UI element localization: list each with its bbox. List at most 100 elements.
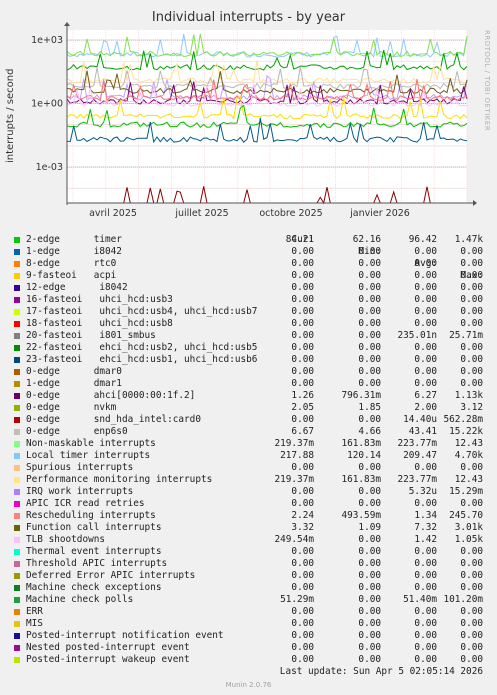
legend-cur-value: 0.00 [291, 366, 314, 377]
legend-cur-value: 0.00 [291, 294, 314, 305]
legend-cur-value: 219.37m [274, 474, 314, 485]
legend-min-value: 0.00 [358, 366, 381, 377]
plot-background [67, 30, 467, 203]
legend-label: Machine check polls [26, 594, 134, 605]
legend-swatch [14, 585, 20, 591]
legend-label: Non-maskable interrupts [26, 438, 156, 449]
legend-cur-value: 51.29m [280, 594, 314, 605]
legend-row: 8-edge rtc0 0.00 0.00 0.00 0.00 [0, 258, 497, 270]
legend-cur-value: 0.00 [291, 642, 314, 653]
legend-label: Deferred Error APIC interrupts [26, 570, 196, 581]
legend-cur-value: 0.00 [291, 462, 314, 473]
x-tick-label: octobre 2025 [259, 208, 322, 219]
legend-label: 23-fasteoi ehci_hcd:usb1, uhci_hcd:usb6 [26, 354, 258, 365]
legend-swatch [14, 345, 20, 351]
legend-min-value: 0.00 [358, 606, 381, 617]
legend-table: Cur: Min: Avg: Max: 2-edge timer 84.21 62.… [0, 222, 497, 666]
legend-cur-value: 0.00 [291, 486, 314, 497]
legend-label: 0-edge nvkm [26, 402, 117, 413]
legend-cur-value: 0.00 [291, 498, 314, 509]
legend-cur-value: 2.24 [291, 510, 314, 521]
legend-row: 0-edge dmar0 0.00 0.00 0.00 0.00 [0, 366, 497, 378]
legend-min-value: 0.00 [358, 258, 381, 269]
legend-min-value: 0.00 [358, 414, 381, 425]
legend-max-value: 3.12 [460, 402, 483, 413]
legend-min-value: 0.00 [358, 270, 381, 281]
legend-cur-value: 0.00 [291, 414, 314, 425]
legend-cur-value: 0.00 [291, 318, 314, 329]
legend-label: 1-edge dmar1 [26, 378, 122, 389]
interrupts-chart: 1e+03 1e+00 1e-03 avril 2025 juillet 2025 oct… [31, 22, 477, 219]
legend-label: Posted-interrupt notification event [26, 630, 224, 641]
legend-swatch [14, 417, 20, 423]
legend-max-value: 101.20m [443, 594, 483, 605]
legend-swatch [14, 273, 20, 279]
legend-swatch [14, 249, 20, 255]
legend-min-value: 0.00 [358, 642, 381, 653]
legend-max-value: 0.00 [460, 270, 483, 281]
legend-row: Nested posted-interrupt event 0.00 0.00 0.0… [0, 642, 497, 654]
legend-min-value: 0.00 [358, 462, 381, 473]
legend-swatch [14, 465, 20, 471]
legend-max-value: 1.13k [454, 390, 483, 401]
legend-label: 20-fasteoi i801_smbus [26, 330, 156, 341]
legend-row: Posted-interrupt wakeup event 0.00 0.00 0.0… [0, 654, 497, 666]
legend-label: TLB shootdowns [26, 534, 106, 545]
legend-min-value: 161.83m [341, 438, 381, 449]
legend-min-value: 0.00 [358, 618, 381, 629]
legend-swatch [14, 477, 20, 483]
legend-max-value: 1.47k [454, 234, 483, 245]
legend-label: MIS [26, 618, 43, 629]
legend-swatch [14, 261, 20, 267]
legend-label: 8-edge rtc0 [26, 258, 117, 269]
legend-max-value: 0.00 [460, 306, 483, 317]
y-axis-arrow [64, 22, 70, 26]
legend-label: Spurious interrupts [26, 462, 134, 473]
legend-cur-value: 0.00 [291, 558, 314, 569]
legend-rows: 2-edge timer 84.21 62.16 96.42 1.47k 1-edge i… [0, 234, 497, 666]
legend-min-value: 0.00 [358, 558, 381, 569]
legend-max-value: 0.00 [460, 378, 483, 389]
legend-min-value: 0.00 [358, 342, 381, 353]
legend-min-value: 0.00 [358, 630, 381, 641]
legend-cur-value: 0.00 [291, 246, 314, 257]
legend-label: Local timer interrupts [26, 450, 151, 461]
legend-label: 12-edge i8042 [26, 282, 128, 293]
legend-cur-value: 2.05 [291, 402, 314, 413]
legend-label: Performance monitoring interrupts [26, 474, 213, 485]
legend-row: Machine check exceptions 0.00 0.00 0.00 0.00 [0, 582, 497, 594]
legend-cur-value: 0.00 [291, 606, 314, 617]
legend-label: 0-edge enp6s0 [26, 426, 128, 437]
legend-row: Machine check polls 51.29m 0.00 51.40m 101.2… [0, 594, 497, 606]
legend-max-value: 0.00 [460, 462, 483, 473]
legend-row: TLB shootdowns 249.54m 0.00 1.42 1.05k [0, 534, 497, 546]
legend-min-value: 0.00 [358, 534, 381, 545]
x-tick-label: janvier 2026 [349, 208, 410, 219]
legend-min-value: 120.14 [347, 450, 381, 461]
legend-swatch [14, 537, 20, 543]
legend-row: 22-fasteoi ehci_hcd:usb2, uhci_hcd:usb5 0… [0, 342, 497, 354]
legend-swatch [14, 561, 20, 567]
legend-max-value: 0.00 [460, 294, 483, 305]
legend-max-value: 0.00 [460, 354, 483, 365]
legend-cur-value: 0.00 [291, 282, 314, 293]
legend-row: Posted-interrupt notification event 0.00 0… [0, 630, 497, 642]
legend-max-value: 0.00 [460, 654, 483, 665]
legend-max-value: 0.00 [460, 258, 483, 269]
legend-min-value: 0.00 [358, 378, 381, 389]
legend-label: Nested posted-interrupt event [26, 642, 190, 653]
legend-cur-value: 0.00 [291, 630, 314, 641]
legend-row: Spurious interrupts 0.00 0.00 0.00 0.00 [0, 462, 497, 474]
legend-cur-value: 0.00 [291, 330, 314, 341]
legend-max-value: 1.05k [454, 534, 483, 545]
legend-row: 16-fasteoi uhci_hcd:usb3 0.00 0.00 0.00 0.00 [0, 294, 497, 306]
legend-swatch [14, 645, 20, 651]
legend-row: 18-fasteoi uhci_hcd:usb8 0.00 0.00 0.00 0.00 [0, 318, 497, 330]
legend-max-value: 15.22k [449, 426, 483, 437]
last-update: Last update: Sun Apr 5 02:05:14 2026 [279, 666, 483, 677]
legend-swatch [14, 633, 20, 639]
legend-row: Deferred Error APIC interrupts 0.00 0.00 0.… [0, 570, 497, 582]
legend-swatch [14, 393, 20, 399]
legend-max-value: 0.00 [460, 546, 483, 557]
legend-swatch [14, 297, 20, 303]
